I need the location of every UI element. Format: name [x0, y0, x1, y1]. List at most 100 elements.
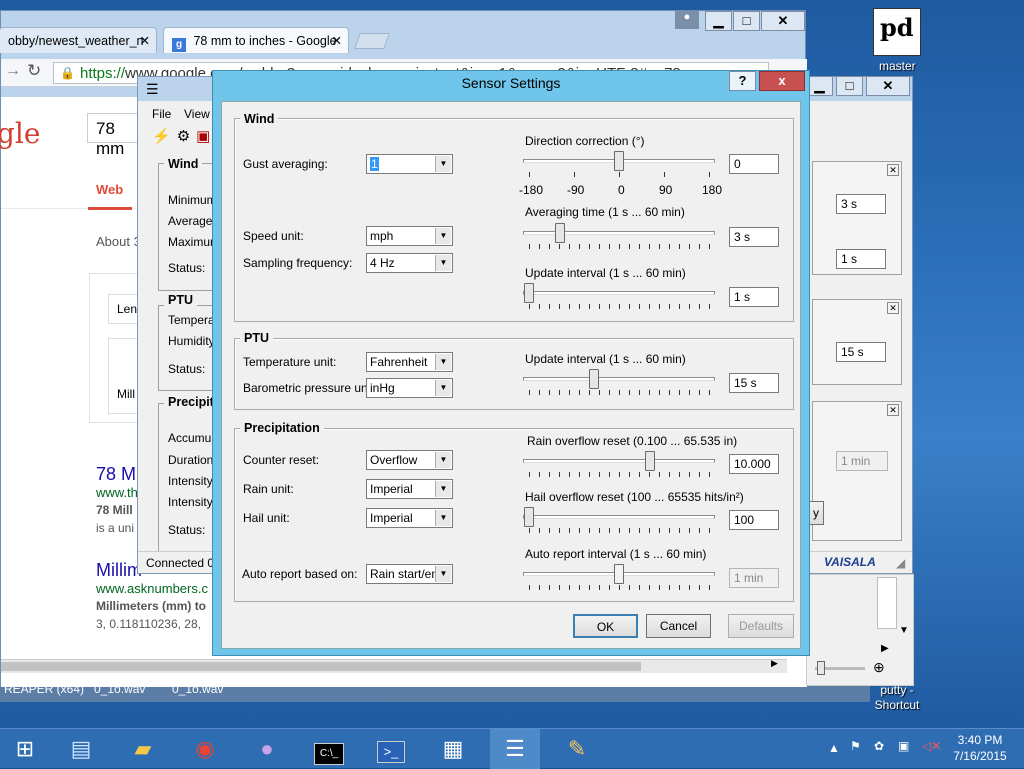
wind-avg-time-field[interactable]: 3 s: [836, 194, 886, 214]
slider-thumb[interactable]: [644, 451, 655, 471]
resize-grip-icon[interactable]: ◢: [896, 556, 905, 570]
direction-correction-slider[interactable]: [523, 150, 715, 180]
network-icon[interactable]: ▣: [898, 739, 909, 753]
tab-weather[interactable]: obby/newest_weather_n ✕: [0, 27, 157, 53]
zoom-thumb[interactable]: [817, 661, 825, 675]
slider-tick: [629, 528, 630, 533]
direction-correction-field[interactable]: 0: [729, 154, 779, 174]
slider-track[interactable]: [523, 377, 715, 381]
slider-tick: [574, 172, 575, 177]
result-2-title[interactable]: Millim: [96, 560, 142, 581]
dialog-close-button[interactable]: x: [759, 71, 805, 91]
scroll-right-icon[interactable]: ▶: [771, 658, 778, 669]
cat-app-icon[interactable]: ●: [242, 729, 292, 769]
user-profile-icon[interactable]: ●: [675, 11, 699, 29]
sensor-close-button[interactable]: ✕: [866, 76, 910, 96]
precip-panel-close-icon[interactable]: ✕: [887, 404, 899, 416]
precip-duration-label: Duration:: [168, 453, 217, 467]
tab-web[interactable]: Web: [96, 182, 123, 197]
speed-unit-select[interactable]: mph ▼: [366, 226, 453, 246]
new-tab-button[interactable]: [354, 33, 390, 49]
network-sharing-icon[interactable]: ✿: [874, 739, 884, 753]
wind-panel-close-icon[interactable]: ✕: [887, 164, 899, 176]
google-logo[interactable]: gle: [0, 117, 40, 150]
zoom-in-icon[interactable]: ⊕: [873, 659, 885, 676]
server-manager-icon[interactable]: ▤: [56, 729, 106, 769]
minimize-button[interactable]: ▁: [705, 11, 732, 31]
hail-overflow-slider[interactable]: [523, 506, 715, 536]
scrollbar-thumb[interactable]: [1, 662, 641, 671]
menu-file[interactable]: File: [152, 107, 171, 121]
horizontal-scrollbar[interactable]: ▶: [1, 658, 787, 673]
slider-thumb[interactable]: [614, 564, 624, 584]
temperature-unit-select[interactable]: Fahrenheit ▼: [366, 352, 453, 372]
tab-google[interactable]: g 78 mm to inches - Google ✕: [163, 27, 349, 53]
chrome-icon[interactable]: ◉: [180, 729, 230, 769]
command-prompt-icon[interactable]: C:\_: [304, 729, 354, 769]
sampling-frequency-select[interactable]: 4 Hz ▼: [366, 253, 453, 273]
ok-button[interactable]: OK: [573, 614, 638, 638]
result-1-title[interactable]: 78 M: [96, 464, 136, 485]
show-hidden-icons-icon[interactable]: ▲: [828, 741, 840, 755]
powershell-icon[interactable]: >_: [366, 729, 416, 769]
scroll-right-small-icon[interactable]: ▶: [881, 643, 889, 654]
sensor-minimize-button[interactable]: ▁: [806, 76, 833, 96]
apply-button[interactable]: y: [808, 501, 824, 525]
menu-view[interactable]: View: [184, 107, 210, 121]
rain-unit-select[interactable]: Imperial ▼: [366, 479, 453, 499]
slider-thumb[interactable]: [554, 223, 565, 243]
hail-unit-select[interactable]: Imperial ▼: [366, 508, 453, 528]
master-shortcut-icon[interactable]: pd: [873, 8, 921, 56]
sensor-maximize-button[interactable]: □: [836, 76, 863, 96]
settings-icon[interactable]: ⚙: [177, 128, 190, 145]
close-tab-icon[interactable]: ✕: [140, 33, 150, 48]
rain-overflow-field[interactable]: 10.000: [729, 454, 779, 474]
slider-track[interactable]: [523, 231, 715, 235]
clock-time[interactable]: 3:40 PM: [950, 733, 1010, 747]
reload-icon[interactable]: ↻: [27, 61, 41, 81]
forward-icon[interactable]: →: [5, 62, 21, 80]
hail-overflow-field[interactable]: 100: [729, 510, 779, 530]
toolbar-icons[interactable]: ⚡ ⚙ ▣: [152, 127, 210, 145]
help-button[interactable]: ?: [729, 71, 756, 91]
connect-icon[interactable]: ⚡: [152, 128, 171, 145]
cancel-button[interactable]: Cancel: [646, 614, 711, 638]
barometric-unit-select[interactable]: inHg ▼: [366, 378, 453, 398]
wordpad-icon[interactable]: ▦: [428, 729, 478, 769]
slider-track[interactable]: [523, 459, 715, 463]
slider-thumb[interactable]: [588, 369, 599, 389]
ptu-panel-close-icon[interactable]: ✕: [887, 302, 899, 314]
slider-track[interactable]: [523, 515, 715, 519]
paint-icon[interactable]: ✎: [552, 729, 602, 769]
averaging-time-field[interactable]: 3 s: [729, 227, 779, 247]
action-center-flag-icon[interactable]: ⚑: [850, 739, 861, 753]
close-tab-icon[interactable]: ✕: [332, 33, 342, 48]
wind-update-interval-field[interactable]: 1 s: [729, 287, 779, 307]
file-explorer-icon[interactable]: ▰: [118, 729, 168, 769]
wind-update-field[interactable]: 1 s: [836, 249, 886, 269]
gust-averaging-select[interactable]: 1 ▼: [366, 154, 453, 174]
log-icon[interactable]: ▣: [196, 128, 210, 145]
maximize-button[interactable]: □: [733, 11, 760, 31]
wind-update-interval-slider[interactable]: [523, 282, 715, 312]
slider-thumb[interactable]: [524, 283, 534, 303]
scroll-down-icon[interactable]: ▼: [899, 625, 909, 636]
clock-date[interactable]: 7/16/2015: [950, 749, 1010, 763]
putty-shortcut-label[interactable]: putty - Shortcut: [874, 683, 920, 713]
ptu-update-interval-field[interactable]: 15 s: [729, 373, 779, 393]
auto-report-select[interactable]: Rain start/end ▼: [366, 564, 453, 584]
ptu-update-field[interactable]: 15 s: [836, 342, 886, 362]
slider-thumb[interactable]: [524, 507, 534, 527]
slider-tick: [619, 244, 620, 249]
sensor-app-taskbar-icon[interactable]: ☰: [490, 729, 540, 769]
start-button-icon[interactable]: ⊞: [0, 729, 50, 769]
averaging-time-slider[interactable]: [523, 222, 715, 252]
volume-muted-icon[interactable]: ◁✕: [922, 739, 941, 753]
temperature-unit-label: Temperature unit:: [243, 355, 337, 369]
ptu-update-interval-slider[interactable]: [523, 368, 715, 398]
slider-thumb[interactable]: [614, 151, 624, 171]
rain-overflow-slider[interactable]: [523, 450, 715, 480]
slider-track[interactable]: [523, 291, 715, 295]
close-button[interactable]: ✕: [761, 11, 805, 31]
counter-reset-select[interactable]: Overflow ▼: [366, 450, 453, 470]
